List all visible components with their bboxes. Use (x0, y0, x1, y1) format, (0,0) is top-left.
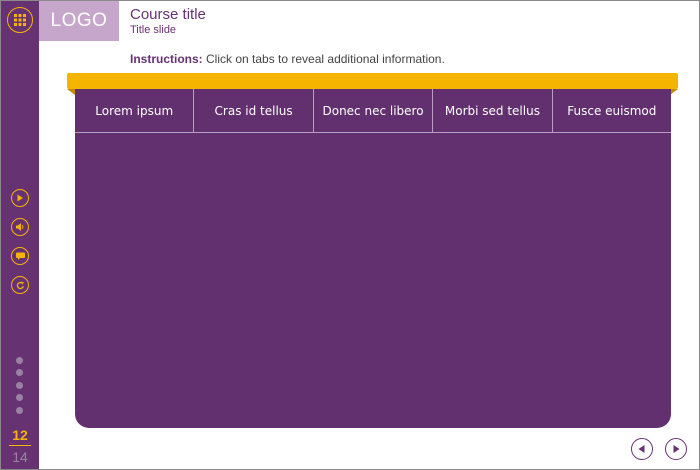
arrow-left-icon (638, 445, 645, 453)
replay-icon (16, 281, 24, 289)
replay-button[interactable] (11, 276, 29, 294)
accent-bar (67, 73, 678, 95)
slide-title: Title slide (130, 24, 177, 36)
slide-frame: 12 14 LOGO Course title Title slide Inst… (0, 0, 700, 470)
progress-dot (16, 357, 23, 364)
tab-bar: Lorem ipsum Cras id tellus Donec nec lib… (75, 89, 671, 133)
tab-donec-nec-libero[interactable]: Donec nec libero (314, 89, 434, 133)
subtitles-button[interactable] (11, 247, 29, 265)
play-button[interactable] (11, 189, 29, 207)
tab-cras-id-tellus[interactable]: Cras id tellus (194, 89, 314, 133)
course-title: Course title (130, 6, 206, 23)
subtitles-icon (15, 252, 25, 260)
progress-dot (16, 394, 23, 402)
progress-dot (16, 381, 23, 389)
volume-icon (15, 223, 23, 231)
instructions-label: Instructions: (130, 52, 203, 66)
next-button[interactable] (665, 438, 687, 460)
tab-morbi-sed-tellus[interactable]: Morbi sed tellus (433, 89, 553, 133)
page-total: 14 (12, 449, 28, 465)
page-divider (9, 445, 31, 446)
sidebar: 12 14 (1, 1, 39, 469)
tab-fusce-euismod[interactable]: Fusce euismod (553, 89, 671, 133)
menu-button[interactable] (7, 7, 33, 33)
progress-dot (16, 406, 23, 414)
tab-lorem-ipsum[interactable]: Lorem ipsum (75, 89, 195, 133)
instructions-text: Click on tabs to reveal additional infor… (202, 52, 445, 66)
tab-content (75, 133, 671, 428)
progress-dots (16, 357, 24, 419)
page-current: 12 (12, 427, 28, 443)
tabs-panel: Lorem ipsum Cras id tellus Donec nec lib… (75, 89, 671, 428)
progress-dot (16, 369, 23, 377)
arrow-right-icon (673, 445, 680, 453)
volume-button[interactable] (11, 218, 29, 236)
prev-button[interactable] (631, 438, 653, 460)
grid-menu-icon (14, 14, 26, 26)
play-icon (17, 194, 23, 202)
logo: LOGO (39, 1, 119, 41)
instructions: Instructions: Click on tabs to reveal ad… (130, 52, 445, 66)
